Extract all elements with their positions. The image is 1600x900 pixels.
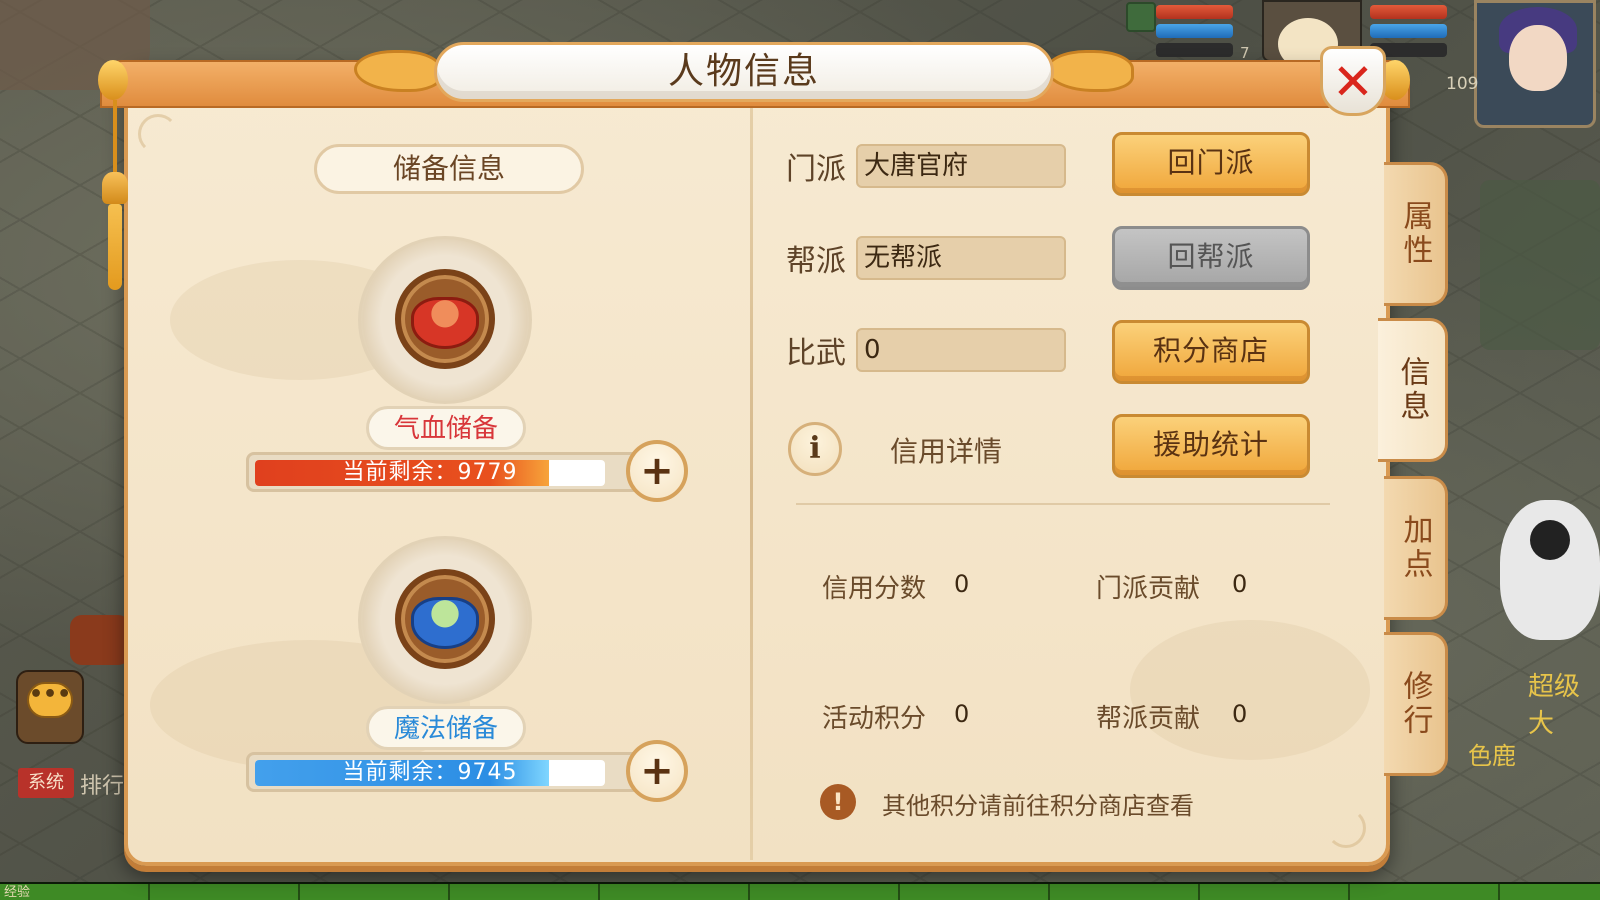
mp-reserve-label: 魔法储备 xyxy=(366,706,526,750)
tassel-ornament xyxy=(102,100,128,290)
tab-attributes[interactable]: 属性 xyxy=(1384,162,1448,306)
credit-details-link[interactable]: 信用详情 xyxy=(890,430,1002,470)
add-hp-reserve-button[interactable]: + xyxy=(626,440,688,502)
avatar-face-icon xyxy=(1509,25,1567,91)
pet-status-bars xyxy=(1152,0,1237,60)
tab-info[interactable]: 信息 xyxy=(1378,318,1448,462)
sect-contribution-value: 0 xyxy=(1232,570,1248,598)
experience-label: 经验 xyxy=(4,885,31,900)
plus-icon: + xyxy=(640,748,674,794)
return-to-sect-button[interactable]: 回门派 xyxy=(1112,132,1310,196)
points-shop-button[interactable]: 积分商店 xyxy=(1112,320,1310,384)
reserve-section-title: 储备信息 xyxy=(314,144,584,194)
plus-icon: + xyxy=(640,448,674,494)
points-notice: 其他积分请前往积分商店查看 xyxy=(882,792,1194,820)
bell-icon xyxy=(102,172,128,204)
sect-contribution-label: 门派贡献 xyxy=(1096,574,1201,604)
hp-reserve-remaining: 当前剩余：9779 xyxy=(342,460,518,485)
system-channel-tag: 系统 xyxy=(18,768,74,798)
activity-points-value: 0 xyxy=(954,700,970,728)
system-message: 排行 xyxy=(80,774,125,799)
experience-bar: 经验 xyxy=(0,882,1600,900)
player-mp-bar xyxy=(1370,24,1447,38)
close-button[interactable]: ✕ xyxy=(1320,46,1386,116)
credit-score-value: 0 xyxy=(954,570,970,598)
tab-label: 信息 xyxy=(1394,356,1430,424)
pavilion xyxy=(1480,180,1600,350)
gang-label: 帮派 xyxy=(786,244,846,279)
mist-decoration xyxy=(1130,620,1370,760)
tab-label: 修行 xyxy=(1397,670,1433,738)
hp-reserve-label: 气血储备 xyxy=(366,406,526,450)
section-divider xyxy=(796,503,1330,505)
mp-reserve-icon-frame xyxy=(358,536,532,704)
pet-exp-bar xyxy=(1156,43,1233,57)
corner-decoration xyxy=(1326,808,1366,848)
scene-npc-name-2: 色鹿 xyxy=(1468,742,1516,770)
chat-button[interactable]: ••• xyxy=(16,670,84,744)
pk-label: 比武 xyxy=(786,336,846,371)
red-bowl-icon xyxy=(411,297,479,349)
gang-contribution-label: 帮派贡献 xyxy=(1096,704,1201,734)
column-divider xyxy=(750,108,753,860)
sect-field: 大唐官府 xyxy=(856,144,1066,188)
mp-reserve-bar: 当前剩余：9745 xyxy=(246,752,684,792)
treasure-chest[interactable] xyxy=(70,615,130,665)
pet-hp-bar xyxy=(1156,5,1233,19)
blue-bowl-icon xyxy=(411,597,479,649)
window-title: 人物信息 xyxy=(667,51,820,92)
pk-field: 0 xyxy=(856,328,1066,372)
gang-field: 无帮派 xyxy=(856,236,1066,280)
pet-mp-bar xyxy=(1156,24,1233,38)
return-to-gang-button[interactable]: 回帮派 xyxy=(1112,226,1310,290)
chat-bubble-icon: ••• xyxy=(27,682,73,718)
mp-reserve-remaining: 当前剩余：9745 xyxy=(342,760,518,785)
tab-label: 属性 xyxy=(1397,200,1433,268)
tab-label: 加点 xyxy=(1397,514,1433,582)
activity-points-label: 活动积分 xyxy=(822,704,927,734)
experience-bar-fill xyxy=(0,884,1600,900)
close-icon: ✕ xyxy=(1332,53,1374,111)
sect-label: 门派 xyxy=(786,152,846,187)
exclamation-icon: ! xyxy=(820,784,856,820)
title-plaque: 人物信息 xyxy=(354,42,1134,102)
hp-reserve-icon-frame xyxy=(358,236,532,404)
hp-reserve-bar: 当前剩余：9779 xyxy=(246,452,684,492)
player-hp-bar xyxy=(1370,5,1447,19)
corner-decoration xyxy=(138,114,178,154)
assist-stats-button[interactable]: 援助统计 xyxy=(1112,414,1310,478)
player-avatar[interactable] xyxy=(1474,0,1596,128)
gang-contribution-value: 0 xyxy=(1232,700,1248,728)
info-icon[interactable]: i xyxy=(788,422,842,476)
left-ornament xyxy=(98,60,128,100)
player-level: 109 xyxy=(1446,74,1479,94)
scene-npc-name: 超级大 xyxy=(1528,672,1581,739)
add-mp-reserve-button[interactable]: + xyxy=(626,740,688,802)
credit-score-label: 信用分数 xyxy=(822,574,927,604)
tab-cultivation[interactable]: 修行 xyxy=(1384,632,1448,776)
tab-add-points[interactable]: 加点 xyxy=(1384,476,1448,620)
panda-ear xyxy=(1530,520,1570,560)
